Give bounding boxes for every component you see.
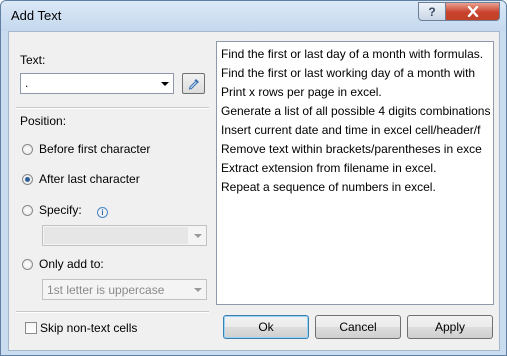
picker-button[interactable] — [182, 73, 205, 94]
text-combobox[interactable]: . — [20, 73, 174, 94]
radio-specify-label[interactable]: Specify: — [39, 203, 82, 217]
only-add-to-combobox: 1st letter is uppercase — [42, 279, 207, 300]
radio-only-add-to-label[interactable]: Only add to: — [39, 257, 104, 271]
list-item[interactable]: Remove text within brackets/parentheses … — [221, 142, 482, 156]
radio-after-last[interactable] — [22, 174, 33, 185]
list-item[interactable]: Find the first or last working day of a … — [221, 66, 475, 80]
specify-combobox — [42, 225, 207, 246]
chevron-down-icon[interactable] — [161, 82, 169, 86]
title-bar: Add Text ? — [1, 1, 506, 31]
dialog-body: Text: . Position: Before first character… — [8, 31, 500, 351]
list-item[interactable]: Print x rows per page in excel. — [221, 85, 382, 99]
separator — [16, 107, 209, 109]
help-button[interactable]: ? — [418, 2, 446, 21]
add-text-dialog: Add Text ? Text: . Position: Before firs… — [0, 0, 507, 356]
close-icon — [467, 6, 478, 17]
skip-non-text-checkbox[interactable] — [25, 322, 37, 334]
window-title: Add Text — [11, 8, 62, 23]
chevron-down-icon — [194, 234, 202, 238]
radio-after-last-label[interactable]: After last character — [39, 172, 140, 186]
only-add-to-value: 1st letter is uppercase — [47, 283, 165, 297]
list-item[interactable]: Insert current date and time in excel ce… — [221, 123, 480, 137]
skip-non-text-label[interactable]: Skip non-text cells — [40, 321, 137, 335]
list-item[interactable]: Find the first or last day of a month wi… — [221, 47, 483, 61]
eyedropper-icon — [188, 78, 199, 90]
info-icon[interactable]: i — [97, 207, 108, 218]
radio-only-add-to[interactable] — [22, 259, 33, 270]
specify-input — [44, 227, 188, 244]
list-item[interactable]: Generate a list of all possible 4 digits… — [221, 104, 490, 118]
text-value: . — [25, 76, 29, 90]
ok-button[interactable]: Ok — [223, 315, 309, 339]
apply-button[interactable]: Apply — [407, 315, 493, 339]
preview-list[interactable]: Find the first or last day of a month wi… — [216, 41, 494, 305]
separator — [16, 311, 209, 313]
text-label: Text: — [20, 53, 46, 67]
cancel-button[interactable]: Cancel — [315, 315, 401, 339]
radio-specify[interactable] — [22, 205, 33, 216]
radio-before-first[interactable] — [22, 144, 33, 155]
chevron-down-icon — [194, 288, 202, 292]
list-item[interactable]: Extract extension from filename in excel… — [221, 161, 436, 175]
list-item[interactable]: Repeat a sequence of numbers in excel. — [221, 180, 436, 194]
close-button[interactable] — [445, 2, 500, 21]
radio-before-first-label[interactable]: Before first character — [39, 142, 150, 156]
position-label: Position: — [20, 114, 67, 128]
help-icon: ? — [428, 4, 436, 19]
